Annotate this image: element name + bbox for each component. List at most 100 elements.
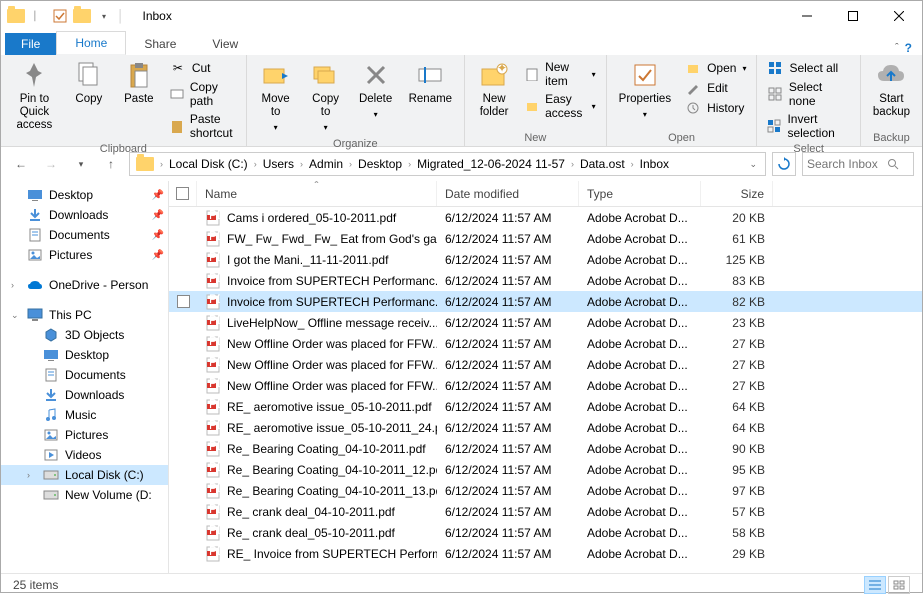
ribbon-collapse-icon[interactable]: ˆ [895,42,899,54]
tab-view[interactable]: View [194,33,256,55]
start-backup-button[interactable]: Start backup [867,57,916,130]
qat-dropdown-icon[interactable]: ▾ [95,5,113,27]
file-row[interactable]: PDFI got the Mani._11-11-2011.pdf 6/12/2… [169,249,922,270]
minimize-button[interactable] [784,1,830,31]
breadcrumb-item[interactable]: Data.ost [576,157,629,171]
cut-button[interactable]: ✂Cut [166,59,240,77]
select-all-button[interactable]: Select all [763,59,853,77]
file-row[interactable]: PDFFW_ Fw_ Fwd_ Fw_ Eat from God's gar..… [169,228,922,249]
file-row[interactable]: PDFLiveHelpNow_ Offline message receiv..… [169,312,922,333]
folder-icon[interactable] [73,5,91,27]
delete-button[interactable]: Delete▾ [353,57,399,136]
column-header-date[interactable]: Date modified [437,181,579,206]
file-row[interactable]: PDFRE_ Invoice from SUPERTECH Perform...… [169,543,922,564]
tab-home[interactable]: Home [56,31,126,55]
file-row[interactable]: PDFInvoice from SUPERTECH Performanc... … [169,291,922,312]
nav-item-3d-objects[interactable]: 3D Objects [1,325,168,345]
nav-up-button[interactable]: ↑ [99,152,123,176]
column-header-type[interactable]: Type [579,181,701,206]
breadcrumb-item[interactable]: Desktop [354,157,406,171]
column-header-name[interactable]: Name [197,181,437,206]
file-type: Adobe Acrobat D... [579,463,701,477]
file-size: 97 KB [701,484,773,498]
svg-text:PDF: PDF [209,294,220,306]
file-row[interactable]: PDFRE_ aeromotive issue_05-10-2011.pdf 6… [169,396,922,417]
history-button[interactable]: History [681,99,750,117]
select-none-button[interactable]: Select none [763,79,853,109]
tab-file[interactable]: File [5,33,56,55]
refresh-button[interactable] [772,152,796,176]
nav-onedrive[interactable]: ›OneDrive - Person [1,275,168,295]
file-name: Re_ crank deal_05-10-2011.pdf [227,526,395,540]
file-row[interactable]: PDFRE_ aeromotive issue_05-10-2011_24.pd… [169,417,922,438]
nav-quick-downloads[interactable]: Downloads📌 [1,205,168,225]
breadcrumb-item[interactable]: Users [259,157,298,171]
maximize-button[interactable] [830,1,876,31]
nav-item-videos[interactable]: Videos [1,445,168,465]
nav-this-pc[interactable]: ⌄This PC [1,305,168,325]
new-item-button[interactable]: New item ▾ [521,59,600,89]
file-row[interactable]: PDFRe_ crank deal_04-10-2011.pdf 6/12/20… [169,501,922,522]
file-row[interactable]: PDFRe_ Bearing Coating_04-10-2011_12.pdf… [169,459,922,480]
view-large-icons-button[interactable] [888,576,910,594]
paste-button[interactable]: Paste [116,57,162,141]
copy-button[interactable]: Copy [66,57,112,141]
nav-quick-documents[interactable]: Documents📌 [1,225,168,245]
help-icon[interactable]: ? [905,41,912,55]
row-checkbox[interactable] [177,295,190,308]
breadcrumb-dropdown-icon[interactable]: ⌄ [749,159,763,170]
breadcrumb-item[interactable]: Inbox [636,157,673,171]
svg-text:PDF: PDF [209,441,220,453]
paste-shortcut-button[interactable]: Paste shortcut [166,111,240,141]
file-row[interactable]: PDFNew Offline Order was placed for FFW.… [169,375,922,396]
file-row[interactable]: PDFCams i ordered_05-10-2011.pdf 6/12/20… [169,207,922,228]
breadcrumb-item[interactable]: Local Disk (C:) [165,157,252,171]
properties-button[interactable]: Properties▾ [613,57,677,130]
nav-item-documents[interactable]: Documents [1,365,168,385]
nav-item-new-volume-d-[interactable]: New Volume (D: [1,485,168,505]
nav-forward-button[interactable]: → [39,152,63,176]
file-row[interactable]: PDFNew Offline Order was placed for FFW.… [169,354,922,375]
new-folder-button[interactable]: ✦ New folder [471,57,517,130]
header-checkbox[interactable] [169,181,197,206]
open-button[interactable]: Open ▾ [681,59,750,77]
nav-recent-dropdown[interactable]: ▾ [69,152,93,176]
nav-item-music[interactable]: Music [1,405,168,425]
search-box[interactable] [802,152,914,176]
search-input[interactable] [807,157,887,171]
paste-icon [123,59,155,91]
column-header-size[interactable]: Size [701,181,773,206]
nav-item-local-disk-c-[interactable]: ›Local Disk (C:) [1,465,168,485]
ribbon: Pin to Quick access Copy Paste ✂Cut Copy… [1,55,922,147]
rename-button[interactable]: Rename [403,57,458,136]
nav-quick-desktop[interactable]: Desktop📌 [1,185,168,205]
file-row[interactable]: PDFRe_ Bearing Coating_04-10-2011.pdf 6/… [169,438,922,459]
file-row[interactable]: PDFNew Offline Order was placed for FFW.… [169,333,922,354]
close-button[interactable] [876,1,922,31]
nav-item-pictures[interactable]: Pictures [1,425,168,445]
tab-share[interactable]: Share [126,33,194,55]
nav-quick-pictures[interactable]: Pictures📌 [1,245,168,265]
qat-properties-icon[interactable] [51,5,69,27]
file-name: Invoice from SUPERTECH Performanc... [227,295,437,309]
move-to-button[interactable]: Move to▾ [253,57,299,136]
edit-button[interactable]: Edit [681,79,750,97]
breadcrumb-item[interactable]: Admin [305,157,347,171]
copy-to-button[interactable]: Copy to▾ [303,57,349,136]
pc-icon [27,307,43,323]
nav-back-button[interactable]: ← [9,152,33,176]
breadcrumb-item[interactable]: Migrated_12-06-2024 11-57 [413,157,569,171]
navigation-pane[interactable]: Desktop📌Downloads📌Documents📌Pictures📌 ›O… [1,181,169,573]
nav-item-desktop[interactable]: Desktop [1,345,168,365]
copy-path-button[interactable]: Copy path [166,79,240,109]
file-row[interactable]: PDFInvoice from SUPERTECH Performanc... … [169,270,922,291]
file-type: Adobe Acrobat D... [579,274,701,288]
nav-item-downloads[interactable]: Downloads [1,385,168,405]
breadcrumb[interactable]: › Local Disk (C:)› Users› Admin› Desktop… [129,152,766,176]
pin-quick-access-button[interactable]: Pin to Quick access [7,57,62,141]
file-row[interactable]: PDFRe_ crank deal_05-10-2011.pdf 6/12/20… [169,522,922,543]
file-row[interactable]: PDFRe_ Bearing Coating_04-10-2011_13.pdf… [169,480,922,501]
easy-access-button[interactable]: Easy access ▾ [521,91,600,121]
view-details-button[interactable] [864,576,886,594]
invert-selection-button[interactable]: Invert selection [763,111,853,141]
